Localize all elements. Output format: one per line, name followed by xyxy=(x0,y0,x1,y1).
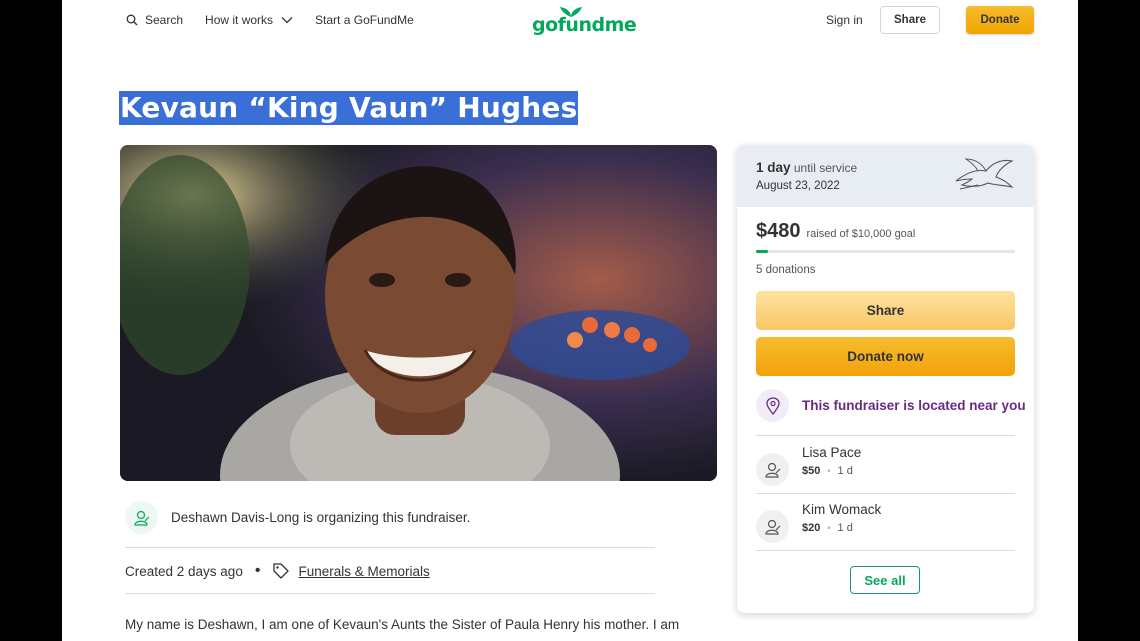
raised-amount-row: $480 raised of $10,000 goal xyxy=(756,220,915,243)
donor-item: Kim Womack $20 • 1 d xyxy=(756,502,881,543)
campaign-photo xyxy=(120,145,717,481)
dove-icon xyxy=(955,158,1014,190)
divider xyxy=(756,493,1015,494)
tag-icon xyxy=(273,563,290,579)
donate-now-button[interactable]: Donate now xyxy=(756,337,1015,376)
created-date: Created 2 days ago xyxy=(125,563,243,579)
goal-text: raised of $10,000 goal xyxy=(806,228,916,240)
category-link[interactable]: Funerals & Memorials xyxy=(298,564,429,579)
page-title: Kevaun “King Vaun” Hughes xyxy=(119,91,579,125)
days-until-service: 1 day until service xyxy=(756,160,857,175)
organizer-row: Deshawn Davis-Long is organizing this fu… xyxy=(125,501,470,534)
meta-row: Created 2 days ago • Funerals & Memorial… xyxy=(125,562,430,580)
donor-avatar xyxy=(756,510,789,543)
donor-name: Kim Womack xyxy=(802,502,882,517)
donor-avatar xyxy=(756,453,789,486)
location-text: This fundraiser is located near you xyxy=(802,398,1026,413)
organizer-text: Deshawn Davis-Long is organizing this fu… xyxy=(171,510,471,525)
see-all-button[interactable]: See all xyxy=(850,566,920,594)
start-label: Start a GoFundMe xyxy=(315,13,414,27)
gofundme-logo[interactable]: gofundme xyxy=(532,4,637,36)
days-count: 1 day xyxy=(756,160,791,175)
donor-time: 1 d xyxy=(837,522,853,534)
chevron-down-icon xyxy=(281,17,293,24)
how-it-works-label: How it works xyxy=(205,13,274,27)
days-suffix: until service xyxy=(793,161,858,175)
story-text: My name is Deshawn, I am one of Kevaun's… xyxy=(125,617,680,632)
divider xyxy=(125,547,655,548)
location-notice[interactable]: This fundraiser is located near you xyxy=(756,389,1026,422)
search-icon xyxy=(126,14,138,26)
sign-in-link[interactable]: Sign in xyxy=(826,13,863,27)
location-pin-icon xyxy=(765,396,780,415)
divider xyxy=(756,550,1015,551)
separator-dot: • xyxy=(254,562,261,579)
search-label: Search xyxy=(145,13,184,27)
top-nav: Search How it works Start a GoFundMe xyxy=(126,12,436,28)
donor-name: Lisa Pace xyxy=(802,445,862,460)
separator-dot: • xyxy=(827,523,831,533)
header-share-button[interactable]: Share xyxy=(880,6,940,34)
donation-card: 1 day until service August 23, 2022 $480… xyxy=(737,145,1034,613)
share-button[interactable]: Share xyxy=(756,291,1015,330)
user-icon xyxy=(764,519,780,535)
donor-amount: $20 xyxy=(802,522,821,534)
organizer-avatar xyxy=(125,501,158,534)
user-icon xyxy=(764,462,780,478)
donation-count: 5 donations xyxy=(756,264,816,276)
service-date: August 23, 2022 xyxy=(756,180,840,192)
progress-bar xyxy=(756,250,1015,253)
logo-text: gofundme xyxy=(532,14,637,36)
progress-fill xyxy=(756,250,769,253)
donor-time: 1 d xyxy=(837,465,853,477)
location-pin-avatar xyxy=(756,389,789,422)
search-link[interactable]: Search xyxy=(126,13,183,27)
how-it-works-menu[interactable]: How it works xyxy=(205,13,293,27)
donor-amount: $50 xyxy=(802,465,821,477)
page: Search How it works Start a GoFundMe gof… xyxy=(62,0,1078,641)
portrait-image xyxy=(120,145,717,481)
header-donate-button[interactable]: Donate xyxy=(966,6,1034,34)
separator-dot: • xyxy=(827,466,831,476)
raised-amount: $480 xyxy=(756,220,801,242)
divider xyxy=(125,593,655,594)
start-gofundme-link[interactable]: Start a GoFundMe xyxy=(315,13,414,27)
divider xyxy=(756,435,1015,436)
user-icon xyxy=(133,510,149,526)
service-banner: 1 day until service August 23, 2022 xyxy=(737,145,1034,207)
donor-item: Lisa Pace $50 • 1 d xyxy=(756,445,861,486)
